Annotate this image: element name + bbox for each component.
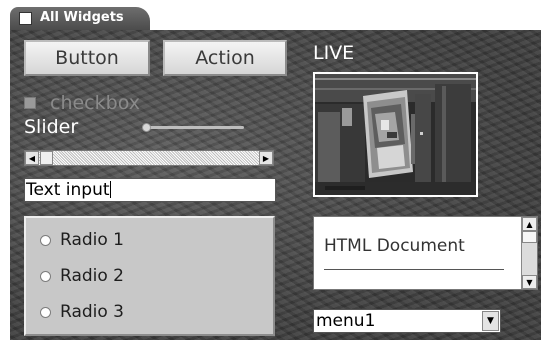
text-caret	[109, 181, 111, 198]
radio-group: Radio 1 Radio 2 Radio 3	[24, 216, 275, 336]
radio-option-2[interactable]: Radio 2	[40, 266, 124, 286]
text-input[interactable]: Text input	[24, 178, 276, 202]
slider-track[interactable]	[142, 123, 244, 132]
radio-circle-icon[interactable]	[40, 306, 51, 318]
slider-label: Slider	[24, 116, 79, 138]
checkbox[interactable]: checkbox	[24, 92, 140, 114]
scrollbar-thumb[interactable]	[40, 151, 53, 165]
document-scrollbar[interactable]: ▲ ▼	[521, 217, 537, 289]
chevron-down-icon[interactable]: ▼	[482, 311, 499, 331]
live-video-view	[313, 72, 478, 197]
live-video-image	[315, 74, 476, 195]
tab-checkbox-icon	[19, 12, 32, 25]
action-button[interactable]: Action	[163, 40, 287, 76]
arrow-up-icon[interactable]: ▲	[522, 217, 537, 231]
menu-selected-value: menu1	[316, 311, 376, 331]
html-document-view[interactable]: HTML Document ▲ ▼	[313, 216, 538, 290]
radio-label: Radio 2	[60, 266, 124, 286]
radio-label: Radio 1	[60, 230, 124, 250]
radio-option-1[interactable]: Radio 1	[40, 230, 124, 250]
arrow-down-icon[interactable]: ▼	[522, 275, 537, 289]
text-input-value: Text input	[26, 180, 110, 200]
horizontal-scrollbar[interactable]: ◀ ▶	[24, 150, 274, 166]
radio-circle-icon[interactable]	[40, 234, 51, 246]
arrow-right-icon[interactable]: ▶	[259, 151, 273, 165]
button-button[interactable]: Button	[24, 40, 150, 76]
widget-panel: Button Action LIVE checkbox Slider ◀ ▶ T…	[10, 30, 541, 340]
checkbox-box-icon[interactable]	[24, 97, 36, 109]
horizontal-rule	[324, 269, 504, 270]
radio-option-3[interactable]: Radio 3	[40, 302, 124, 322]
html-document-title: HTML Document	[324, 236, 465, 256]
arrow-left-icon[interactable]: ◀	[25, 151, 39, 165]
live-label: LIVE	[313, 42, 355, 64]
radio-circle-icon[interactable]	[40, 270, 51, 282]
document-scrollbar-thumb[interactable]	[522, 231, 537, 243]
tab-label: All Widgets	[40, 10, 124, 25]
slider-knob[interactable]	[142, 123, 151, 132]
window-tab[interactable]: All Widgets	[10, 7, 150, 31]
checkbox-label: checkbox	[50, 92, 140, 114]
radio-label: Radio 3	[60, 302, 124, 322]
menu-select[interactable]: menu1 ▼	[313, 309, 501, 333]
